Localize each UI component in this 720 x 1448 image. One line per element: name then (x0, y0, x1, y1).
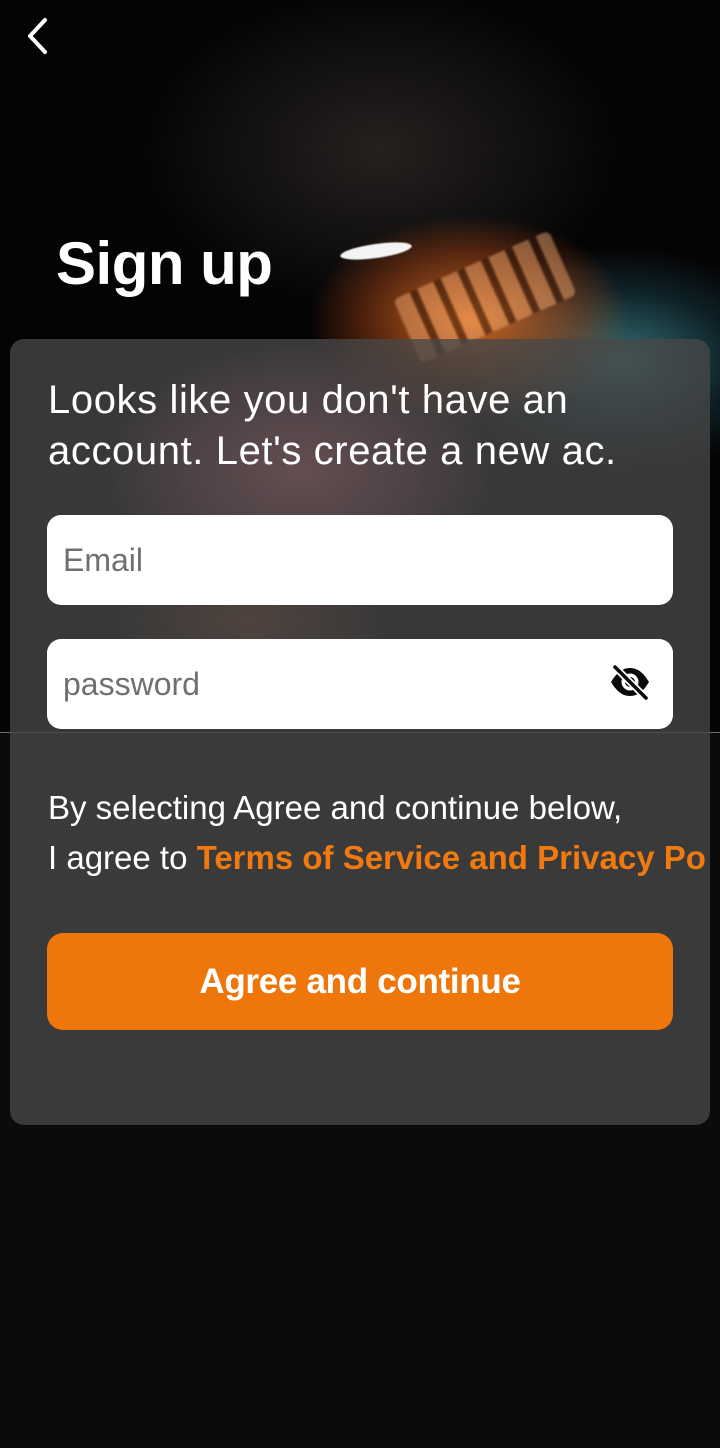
page-title: Sign up (56, 230, 273, 297)
back-button[interactable] (14, 14, 62, 62)
terms-text: By selecting Agree and continue below, I… (48, 783, 710, 883)
email-field[interactable] (63, 515, 603, 605)
eye-off-icon (609, 663, 651, 705)
email-field-container (47, 515, 673, 605)
terms-privacy-link[interactable]: Terms of Service and Privacy Po (197, 839, 706, 876)
light-streak (339, 239, 413, 263)
password-field[interactable] (63, 639, 603, 729)
terms-prefix: I agree to (48, 839, 197, 876)
password-visibility-toggle[interactable] (609, 663, 651, 705)
agree-and-continue-button[interactable]: Agree and continue (47, 933, 673, 1030)
signup-card: Looks like you don't have an account. Le… (10, 339, 710, 1125)
intro-text: Looks like you don't have an account. Le… (48, 378, 617, 473)
password-field-container (47, 639, 673, 729)
terms-line-1: By selecting Agree and continue below, (48, 789, 623, 826)
signup-screen: Sign up Looks like you don't have an acc… (0, 0, 720, 1448)
chevron-left-icon (23, 16, 53, 61)
